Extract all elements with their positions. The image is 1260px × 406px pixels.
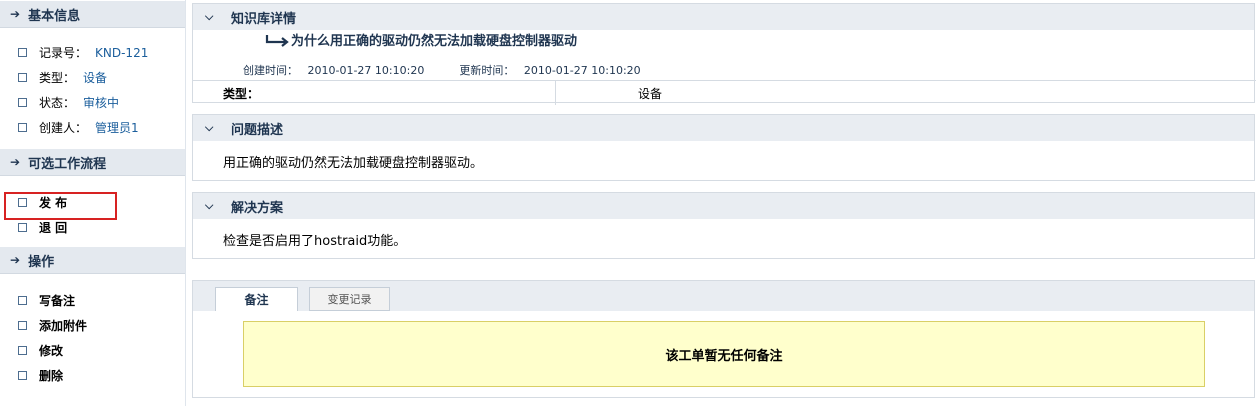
section-title: 可选工作流程 [28, 156, 107, 172]
info-status: 状态： 审核中 [0, 90, 185, 115]
bullet-square-icon [18, 346, 27, 355]
info-record-number: 记录号： KND-121 [0, 40, 185, 65]
bullet-square-icon [18, 123, 27, 132]
problem-panel: ⌵ 问题描述 用正确的驱动仍然无法加载硬盘控制器驱动。 [192, 114, 1255, 181]
bullet-square-icon [18, 73, 27, 82]
op-add-attachment-link[interactable]: 添加附件 [0, 313, 185, 338]
kb-meta: 创建时间： 2010-01-27 10:10:20 更新时间： 2010-01-… [243, 64, 641, 77]
notes-panel: 备注 变更记录 该工单暂无任何备注 [192, 280, 1255, 398]
solution-header[interactable]: ⌵ 解决方案 [193, 193, 1254, 219]
arrow-right-icon: ➔ [10, 155, 21, 169]
type-value: 设备 [638, 86, 663, 101]
section-title: 操作 [28, 254, 55, 270]
chevron-down-icon[interactable]: ⌵ [205, 121, 219, 135]
section-header-operations: ➔ 操作 [0, 246, 185, 274]
chevron-down-icon[interactable]: ⌵ [205, 10, 219, 24]
solution-text: 检查是否启用了hostraid功能。 [223, 233, 407, 249]
section-title: 基本信息 [28, 8, 81, 24]
publish-highlight-box [4, 192, 117, 220]
kb-title-text: 为什么用正确的驱动仍然无法加载硬盘控制器驱动 [291, 34, 578, 49]
type-label: 类型： [193, 81, 556, 105]
basic-info-list: 记录号： KND-121 类型： 设备 状态： 审核中 创建人： 管理员1 [0, 28, 185, 148]
empty-notes-message: 该工单暂无任何备注 [243, 321, 1205, 387]
arrow-right-icon: ➔ [10, 253, 21, 267]
problem-text: 用正确的驱动仍然无法加载硬盘控制器驱动。 [223, 155, 484, 171]
bullet-square-icon [18, 296, 27, 305]
arrow-right-icon: ➔ [10, 7, 21, 21]
info-creator: 创建人： 管理员1 [0, 115, 185, 140]
tab-notes[interactable]: 备注 [215, 287, 298, 311]
kb-type-row: 类型： 设备 [193, 80, 1256, 105]
return-arrow-icon [265, 34, 289, 47]
operations-list: 写备注 添加附件 修改 删除 [0, 274, 185, 396]
bullet-square-icon [18, 223, 27, 232]
bullet-square-icon [18, 48, 27, 57]
bullet-square-icon [18, 371, 27, 380]
chevron-down-icon[interactable]: ⌵ [205, 199, 219, 213]
problem-header[interactable]: ⌵ 问题描述 [193, 115, 1254, 141]
op-delete-link[interactable]: 删除 [0, 363, 185, 388]
bullet-square-icon [18, 98, 27, 107]
section-header-workflow: ➔ 可选工作流程 [0, 148, 185, 176]
info-type: 类型： 设备 [0, 65, 185, 90]
op-write-note-link[interactable]: 写备注 [0, 288, 185, 313]
kb-detail-header[interactable]: ⌵ 知识库详情 [193, 4, 1254, 30]
bullet-square-icon [18, 321, 27, 330]
op-edit-link[interactable]: 修改 [0, 338, 185, 363]
tab-change-log[interactable]: 变更记录 [309, 287, 390, 311]
solution-panel: ⌵ 解决方案 检查是否启用了hostraid功能。 [192, 192, 1255, 259]
kb-detail-panel: ⌵ 知识库详情 为什么用正确的驱动仍然无法加载硬盘控制器驱动 创建时间： 201… [192, 3, 1256, 105]
notes-tab-bar: 备注 变更记录 [193, 281, 1254, 311]
section-header-basic-info: ➔ 基本信息 [0, 0, 185, 28]
kb-title: 为什么用正确的驱动仍然无法加载硬盘控制器驱动 [265, 30, 577, 49]
